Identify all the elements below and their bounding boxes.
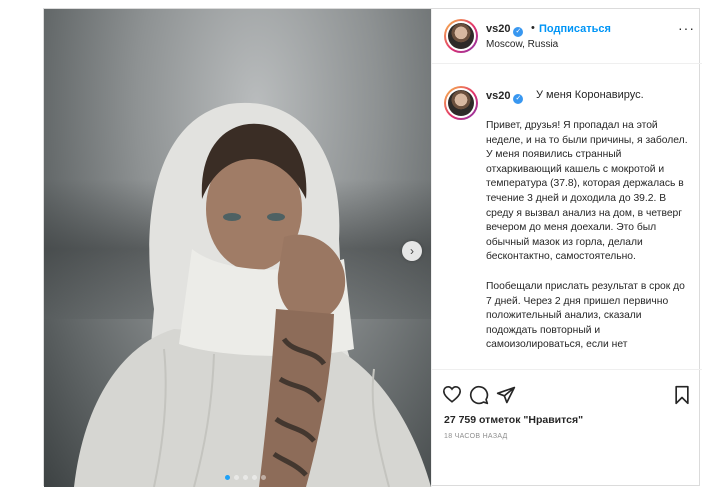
post-photo[interactable]: › xyxy=(44,9,431,487)
next-slide-button[interactable]: › xyxy=(402,241,422,261)
post-time[interactable]: 18 ЧАСОВ НАЗАД xyxy=(444,433,508,440)
carousel-dot xyxy=(234,475,239,480)
caption-text: Привет, друзья! Я пропадал на этой недел… xyxy=(486,119,692,368)
carousel-dot xyxy=(225,475,230,480)
verified-icon: ✓ xyxy=(513,94,524,104)
caption-avatar[interactable] xyxy=(444,86,478,120)
caption-paragraph: Пообещали прислать результат в срок до 7… xyxy=(486,280,685,351)
likes-count[interactable]: 27 759 отметок "Нравится" xyxy=(444,414,583,426)
follow-button[interactable]: Подписаться xyxy=(539,23,611,35)
heart-icon[interactable] xyxy=(442,385,462,403)
username-text: vs20 xyxy=(486,23,511,35)
carousel-dots xyxy=(225,475,266,480)
caption-area: vs20 ✓ У меня Коронавирус. Привет, друзья… xyxy=(432,64,702,369)
avatar[interactable] xyxy=(444,19,478,53)
username-link[interactable]: vs20 ✓ xyxy=(486,23,524,37)
carousel-dot xyxy=(252,475,257,480)
carousel-dot xyxy=(243,475,248,480)
post-card: › vs20 ✓ • Подписаться Moscow, Russia ···… xyxy=(43,8,702,487)
photo-figure xyxy=(74,102,431,487)
more-options-icon[interactable]: ··· xyxy=(678,20,695,36)
caption-title: У меня Коронавирус. xyxy=(536,89,644,101)
action-bar: 27 759 отметок "Нравится" 18 ЧАСОВ НАЗАД xyxy=(432,369,702,487)
share-icon[interactable] xyxy=(496,385,516,405)
carousel-dot xyxy=(261,475,266,480)
caption-username[interactable]: vs20 ✓ xyxy=(486,90,524,104)
location-link[interactable]: Moscow, Russia xyxy=(486,39,558,50)
post-sidebar: vs20 ✓ • Подписаться Moscow, Russia ··· v… xyxy=(431,9,702,487)
comment-icon[interactable] xyxy=(469,385,489,405)
verified-icon: ✓ xyxy=(513,27,524,37)
caption-paragraph: Привет, друзья! Я пропадал на этой недел… xyxy=(486,120,688,263)
caption-username-text: vs20 xyxy=(486,90,511,102)
bookmark-icon[interactable] xyxy=(673,385,691,405)
header-separator: • xyxy=(531,22,535,34)
post-header: vs20 ✓ • Подписаться Moscow, Russia ··· xyxy=(432,9,702,64)
